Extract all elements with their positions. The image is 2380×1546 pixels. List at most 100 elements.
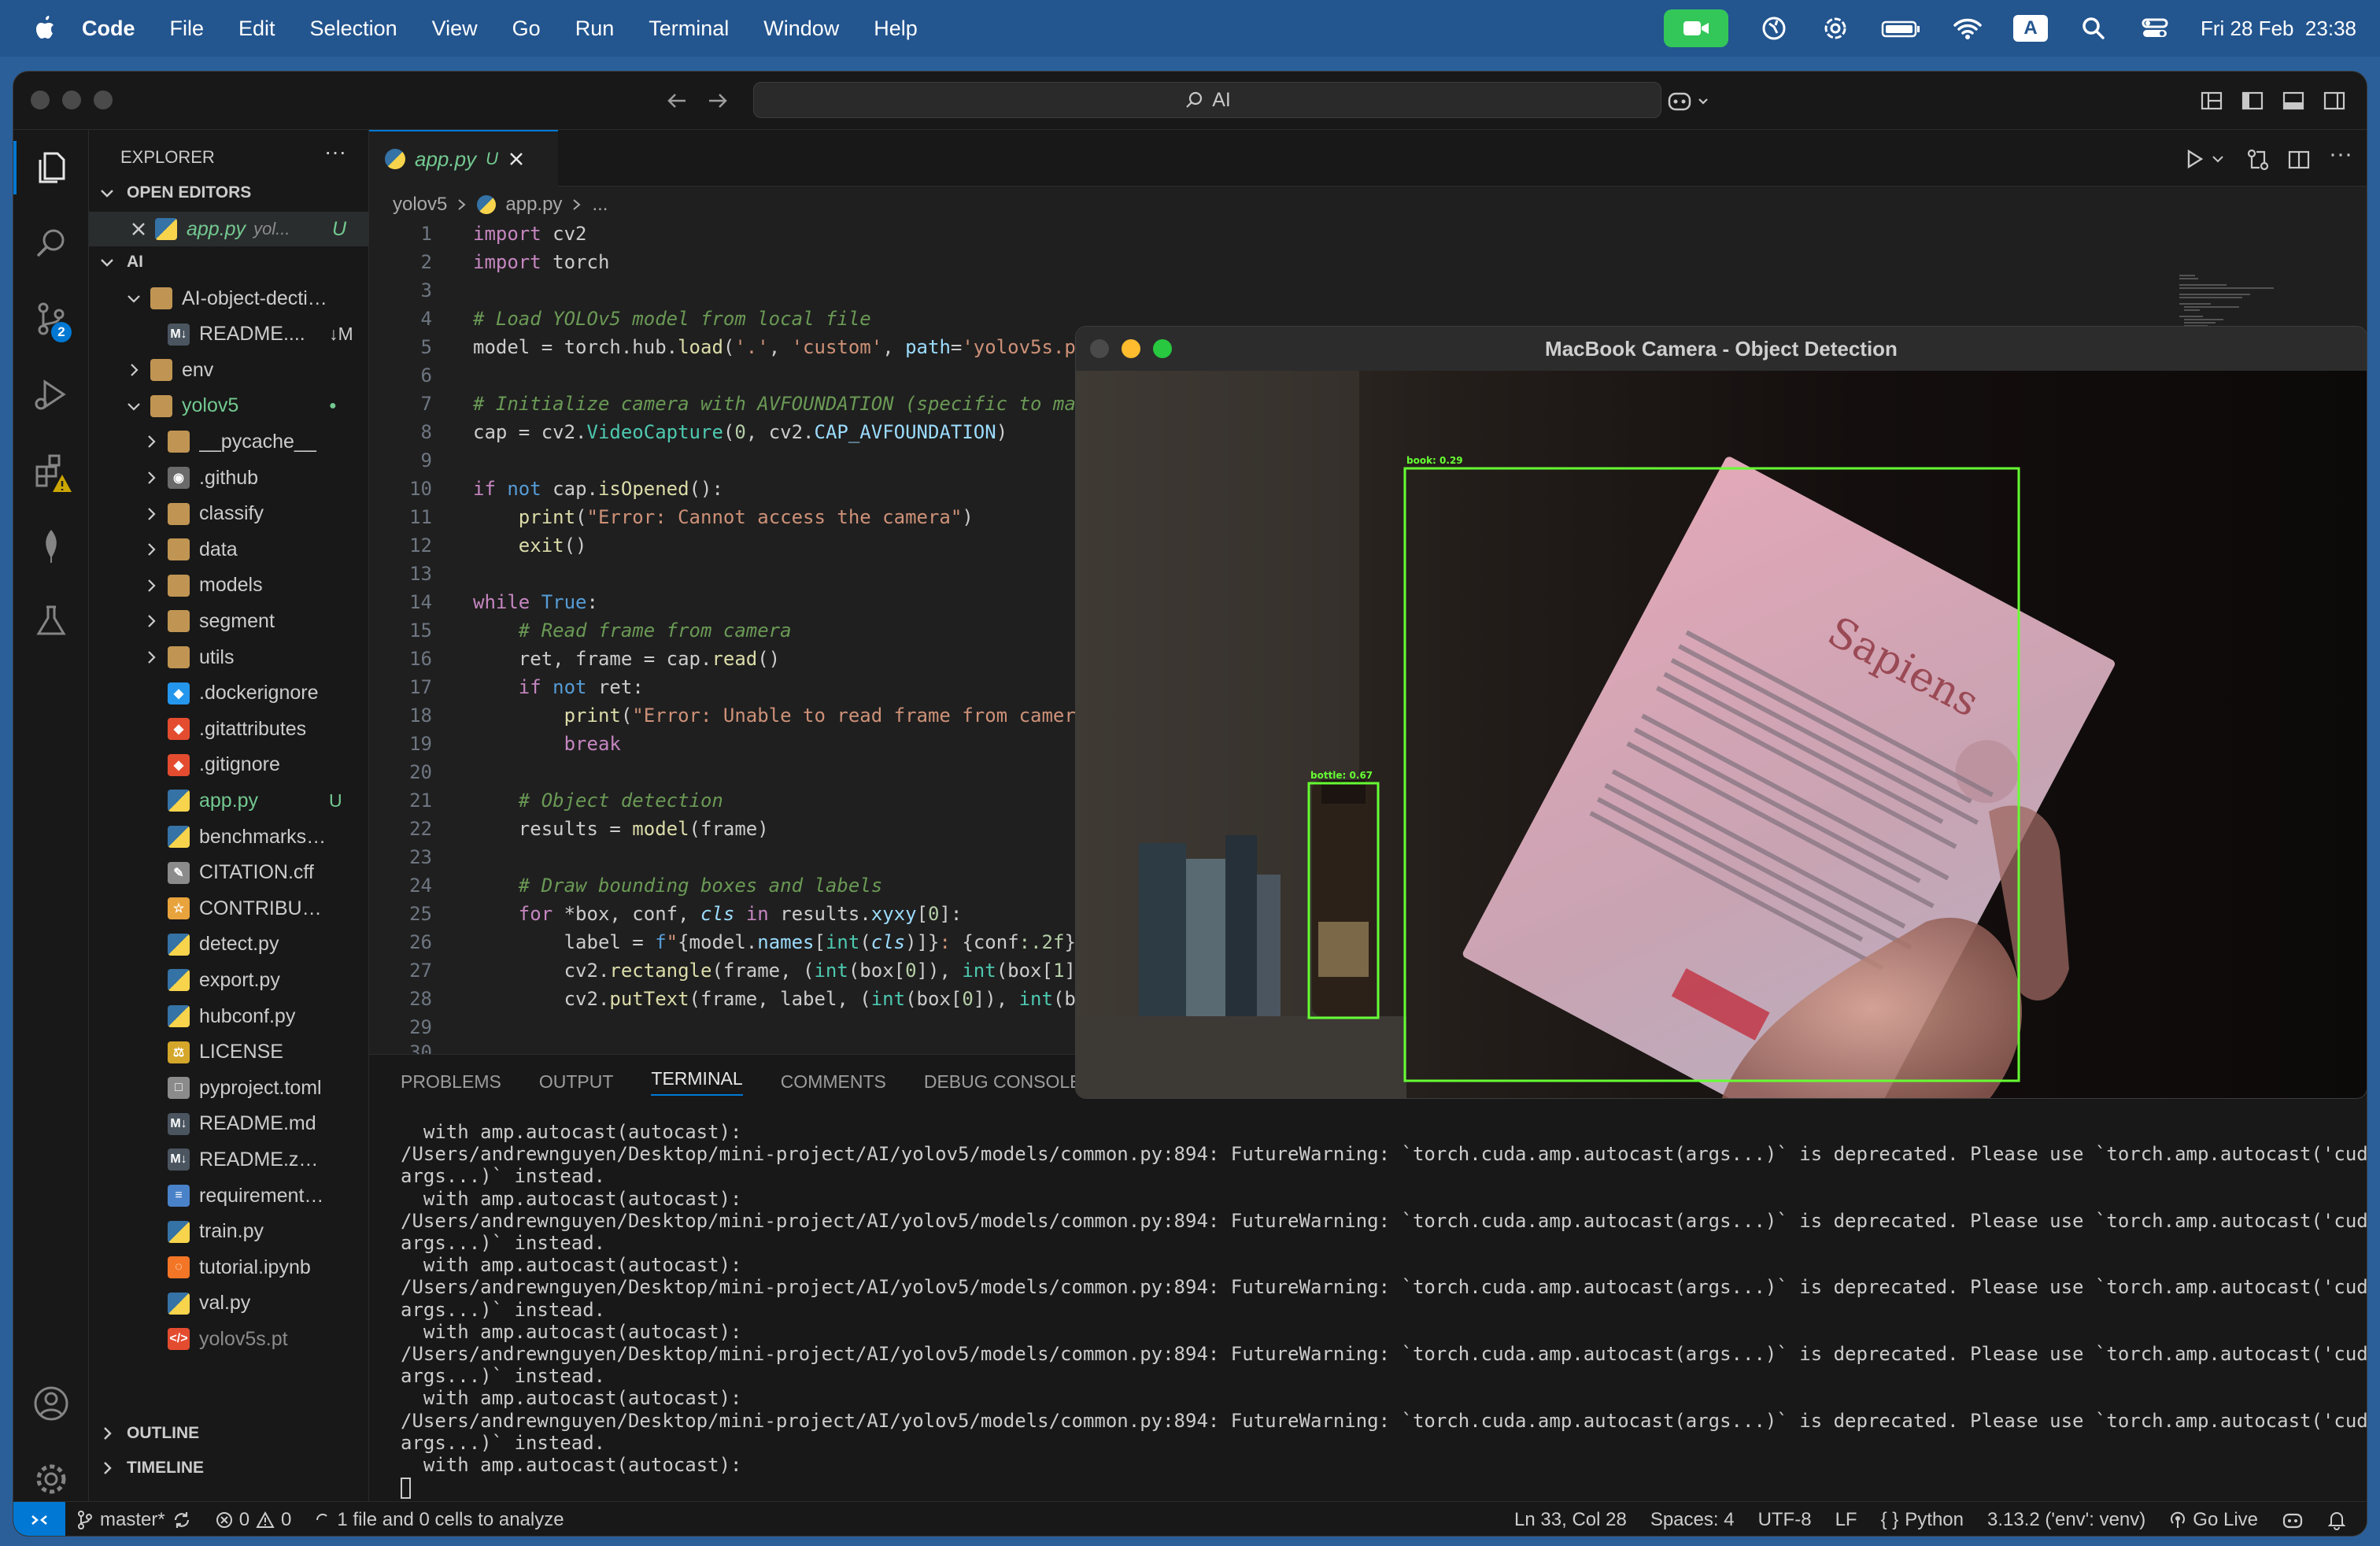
- zoom-window-button[interactable]: [94, 91, 113, 109]
- menu-run[interactable]: Run: [575, 17, 615, 41]
- arrow-left-icon[interactable]: [663, 87, 690, 114]
- chevron-down-icon[interactable]: [2211, 152, 2225, 166]
- run-python-file-icon[interactable]: [2182, 147, 2206, 171]
- open-editors-section[interactable]: OPEN EDITORS: [89, 177, 368, 209]
- indentation[interactable]: Spaces: 4: [1650, 1509, 1735, 1531]
- code-line[interactable]: print("Error: Cannot access the camera"): [473, 506, 974, 528]
- zoom-window-button[interactable]: [1153, 339, 1172, 358]
- go-live-button[interactable]: Go Live: [2169, 1509, 2258, 1531]
- close-tab-icon[interactable]: [508, 150, 525, 168]
- chatgpt-icon[interactable]: [1820, 13, 1851, 44]
- command-center-search[interactable]: AI: [753, 82, 1661, 118]
- control-center-icon[interactable]: [2139, 13, 2171, 44]
- code-line[interactable]: import cv2: [473, 223, 587, 245]
- editor-more-actions-icon[interactable]: ···: [2329, 141, 2352, 168]
- file-tree-item[interactable]: M↓ README.zh-CN....: [89, 1142, 368, 1177]
- toggle-secondary-sidebar-icon[interactable]: [2321, 87, 2348, 114]
- file-tree-item[interactable]: segment: [89, 604, 368, 638]
- close-window-button[interactable]: [1090, 339, 1109, 358]
- file-tree-item[interactable]: classify: [89, 497, 368, 531]
- file-tree-item[interactable]: </> yolov5s.pt: [89, 1322, 368, 1356]
- code-line[interactable]: print("Error: Unable to read frame from …: [473, 705, 1088, 727]
- code-line[interactable]: # Load YOLOv5 model from local file: [473, 308, 871, 330]
- breadcrumb-symbol[interactable]: ...: [592, 194, 608, 216]
- menu-app-name[interactable]: Code: [82, 17, 135, 41]
- code-line[interactable]: for *box, conf, cls in results.xyxy[0]:: [473, 903, 963, 925]
- code-line[interactable]: results = model(frame): [473, 818, 769, 840]
- code-line[interactable]: ret, frame = cap.read(): [473, 648, 780, 670]
- file-tree-item[interactable]: data: [89, 532, 368, 567]
- menu-window[interactable]: Window: [763, 17, 839, 41]
- chevron-right-icon[interactable]: [142, 541, 160, 558]
- close-window-button[interactable]: [31, 91, 50, 109]
- file-tree-item[interactable]: ◆ .gitattributes: [89, 712, 368, 746]
- breadcrumb-folder[interactable]: yolov5: [393, 194, 447, 216]
- chevron-right-icon[interactable]: [142, 649, 160, 666]
- menu-go[interactable]: Go: [512, 17, 541, 41]
- outline-section[interactable]: OUTLINE: [89, 1418, 368, 1449]
- file-tree-item[interactable]: ◉ .github: [89, 460, 368, 495]
- file-tree-item[interactable]: M↓ README.... ↓M: [89, 317, 368, 352]
- code-line[interactable]: # Initialize camera with AVFOUNDATION (s…: [473, 393, 1087, 415]
- cursor-position[interactable]: Ln 33, Col 28: [1514, 1509, 1627, 1531]
- sync-icon[interactable]: [172, 1510, 192, 1530]
- copilot-icon[interactable]: [1666, 87, 1717, 114]
- menu-view[interactable]: View: [432, 17, 478, 41]
- file-tree-item[interactable]: env: [89, 353, 368, 387]
- chevron-right-icon[interactable]: [142, 433, 160, 450]
- encoding[interactable]: UTF-8: [1758, 1509, 1812, 1531]
- menu-terminal[interactable]: Terminal: [649, 17, 729, 41]
- code-line[interactable]: cv2.rectangle(frame, (int(box[0]), int(b…: [473, 960, 1088, 982]
- copilot-status-icon[interactable]: [2282, 1510, 2304, 1530]
- file-tree-item[interactable]: ✎ CITATION.cff: [89, 856, 368, 890]
- toggle-primary-sidebar-icon[interactable]: [2239, 87, 2266, 114]
- code-line[interactable]: break: [473, 733, 621, 755]
- code-line[interactable]: # Read frame from camera: [473, 620, 792, 642]
- tab-debug-console[interactable]: DEBUG CONSOLE: [924, 1071, 1082, 1093]
- file-tree-item[interactable]: AI-object-dection: [89, 281, 368, 316]
- chevron-right-icon[interactable]: [142, 505, 160, 523]
- file-tree-item[interactable]: detect.py: [89, 927, 368, 962]
- menubar-clock[interactable]: Fri 28 Feb 23:38: [2201, 17, 2356, 41]
- end-of-line[interactable]: LF: [1835, 1509, 1857, 1531]
- battery-icon[interactable]: [1881, 13, 1922, 44]
- camera-in-use-indicator[interactable]: [1664, 9, 1728, 47]
- breadcrumb-file[interactable]: app.py: [505, 194, 562, 216]
- minimize-window-button[interactable]: [62, 91, 81, 109]
- code-line[interactable]: label = f"{model.names[int(cls)]}: {conf…: [473, 931, 1088, 953]
- vpn-globe-icon[interactable]: [1758, 13, 1790, 44]
- tab-problems[interactable]: PROBLEMS: [401, 1071, 501, 1093]
- tab-terminal[interactable]: TERMINAL: [651, 1068, 743, 1096]
- code-line[interactable]: while True:: [473, 591, 598, 613]
- menu-help[interactable]: Help: [874, 17, 918, 41]
- file-tree-item[interactable]: □ pyproject.toml: [89, 1071, 368, 1105]
- file-tree-item[interactable]: ☆ CONTRIBUTING....: [89, 891, 368, 926]
- explorer-icon[interactable]: [31, 147, 72, 188]
- chevron-right-icon[interactable]: [142, 577, 160, 594]
- tab-comments[interactable]: COMMENTS: [781, 1071, 886, 1093]
- split-editor-icon[interactable]: [2286, 147, 2312, 172]
- timeline-section[interactable]: TIMELINE: [89, 1452, 368, 1484]
- notifications-bell-icon[interactable]: [2327, 1510, 2346, 1530]
- settings-gear-icon[interactable]: [31, 1459, 72, 1500]
- camera-object-detection-window[interactable]: MacBook Camera - Object Detection Sapien…: [1075, 326, 2367, 1099]
- file-tree-item[interactable]: ◆ .dockerignore: [89, 676, 368, 711]
- open-editor-app-py[interactable]: app.py yol... U: [89, 212, 368, 246]
- chevron-right-icon[interactable]: [142, 469, 160, 486]
- remote-indicator[interactable]: [13, 1502, 65, 1536]
- accounts-icon[interactable]: [31, 1383, 72, 1424]
- close-icon[interactable]: [130, 220, 147, 238]
- run-and-debug-icon[interactable]: [31, 374, 72, 415]
- arrow-right-icon[interactable]: [704, 87, 731, 114]
- file-tree-item[interactable]: train.py: [89, 1215, 368, 1249]
- chevron-right-icon[interactable]: [125, 361, 142, 379]
- workspace-root-ai[interactable]: AI: [89, 246, 368, 278]
- file-tree-item[interactable]: hubconf.py: [89, 999, 368, 1034]
- code-line[interactable]: import torch: [473, 251, 609, 273]
- file-tree-item[interactable]: __pycache__: [89, 424, 368, 459]
- code-line[interactable]: # Object detection: [473, 790, 723, 812]
- spotlight-search-icon[interactable]: [2078, 13, 2109, 44]
- menu-file[interactable]: File: [170, 17, 205, 41]
- python-interpreter[interactable]: 3.13.2 ('env': venv): [1987, 1509, 2145, 1531]
- file-tree-item[interactable]: ≡ requirements.txt: [89, 1178, 368, 1213]
